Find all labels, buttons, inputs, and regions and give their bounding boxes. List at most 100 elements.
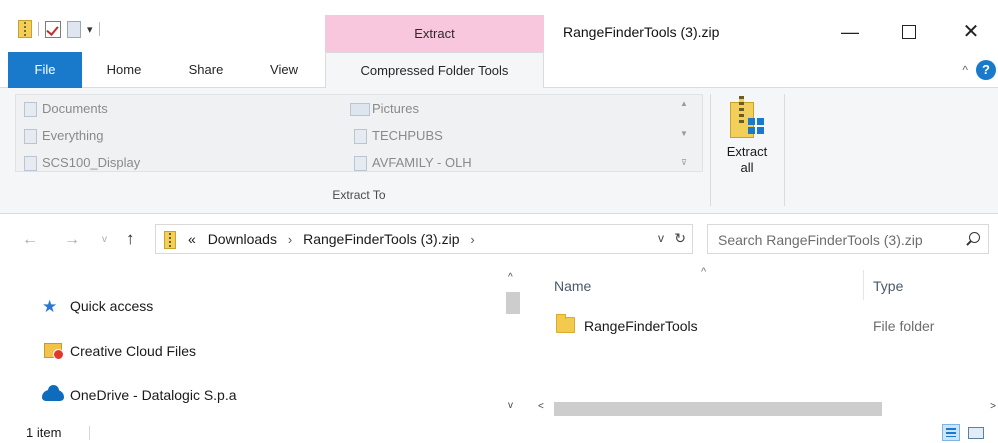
tab-view[interactable]: View: [246, 52, 322, 88]
gallery-item-scs100-display[interactable]: SCS100_Display: [16, 151, 140, 175]
gallery-item-label: TECHPUBS: [372, 128, 443, 143]
collapse-ribbon-chevron-icon[interactable]: ^: [962, 63, 968, 77]
details-view-icon[interactable]: [942, 424, 960, 441]
gallery-expand-icon[interactable]: ⊽: [681, 158, 687, 167]
ribbon-divider: [710, 94, 711, 206]
scroll-up-chevron-icon[interactable]: ^: [508, 272, 513, 283]
extract-grid-shape: [748, 118, 764, 134]
gallery-item-label: Pictures: [372, 101, 419, 116]
extract-to-gallery: Documents Pictures Everything TECHPUBS S…: [15, 94, 703, 172]
zip-folder-icon[interactable]: [18, 20, 32, 38]
nav-item-onedrive[interactable]: OneDrive - Datalogic S.p.a: [42, 383, 237, 407]
address-dropdown-chevron-icon[interactable]: v: [658, 231, 664, 245]
tab-file[interactable]: File: [8, 52, 82, 88]
ribbon-divider-end: [784, 94, 785, 206]
scroll-right-chevron-icon[interactable]: >: [990, 401, 996, 412]
folder-icon: [354, 156, 367, 171]
column-header-name[interactable]: Name: [554, 274, 591, 298]
gallery-item-avfamily-olh[interactable]: AVFAMILY - OLH: [346, 151, 472, 175]
breadcrumb-separator-icon[interactable]: ›: [288, 232, 292, 247]
maximize-icon: [902, 25, 916, 40]
search-box[interactable]: [707, 224, 989, 254]
gallery-item-pictures[interactable]: Pictures: [346, 97, 419, 121]
zipper-shape: [739, 96, 744, 126]
ribbon-panel: Documents Pictures Everything TECHPUBS S…: [0, 88, 998, 214]
star-icon: ★: [42, 297, 58, 316]
scroll-thumb[interactable]: [506, 292, 520, 314]
window-title: RangeFinderTools (3).zip: [563, 24, 720, 40]
status-bar: 1 item: [0, 422, 998, 443]
extract-context-tab-group: Extract: [325, 15, 544, 52]
document-icon: [24, 102, 37, 117]
customize-qat-chevron-icon[interactable]: ▾: [87, 23, 93, 36]
breadcrumb-zip[interactable]: RangeFinderTools (3).zip: [303, 231, 459, 247]
folder-icon: [556, 314, 575, 333]
zip-folder-icon: [164, 231, 176, 249]
address-bar[interactable]: « Downloads › RangeFinderTools (3).zip ›…: [155, 224, 693, 254]
extract-to-group-label: Extract To: [332, 188, 386, 202]
gallery-item-label: AVFAMILY - OLH: [372, 155, 472, 170]
pictures-icon: [350, 103, 370, 116]
close-button[interactable]: ✕: [948, 14, 994, 50]
item-count: 1 item: [26, 425, 62, 440]
gallery-item-everything[interactable]: Everything: [16, 124, 103, 148]
scroll-down-chevron-icon[interactable]: v: [508, 400, 513, 411]
large-icons-view-icon[interactable]: [966, 424, 984, 441]
minimize-button[interactable]: —: [827, 14, 873, 50]
breadcrumb-downloads[interactable]: Downloads: [208, 231, 277, 247]
ribbon-tabs: File Home Share View Compressed Folder T…: [0, 52, 998, 89]
maximize-button[interactable]: [886, 14, 932, 50]
new-folder-icon[interactable]: [67, 20, 81, 38]
nav-item-label: Creative Cloud Files: [70, 343, 197, 359]
navigation-pane-scrollbar[interactable]: ^ v: [504, 266, 522, 422]
cloud-icon: [42, 385, 64, 401]
breadcrumb: « Downloads › RangeFinderTools (3).zip ›: [188, 225, 482, 253]
column-divider[interactable]: [863, 270, 864, 300]
recent-locations-chevron-icon[interactable]: v: [102, 234, 107, 245]
tab-compressed-folder-tools[interactable]: Compressed Folder Tools: [325, 52, 544, 89]
gallery-item-documents[interactable]: Documents: [16, 97, 108, 121]
gallery-scroll-up-icon[interactable]: ▲: [680, 99, 688, 108]
extract-all-icon: [728, 96, 766, 140]
horizontal-scroll-thumb[interactable]: [554, 402, 882, 416]
extract-all-label-line1: Extract: [726, 144, 768, 159]
file-list-horizontal-scrollbar[interactable]: < >: [526, 396, 998, 420]
nav-item-creative-cloud-files[interactable]: Creative Cloud Files: [42, 339, 196, 363]
creative-cloud-folder-icon: [44, 343, 64, 360]
tab-home[interactable]: Home: [82, 52, 166, 88]
nav-item-label: Quick access: [70, 298, 154, 314]
back-arrow-icon[interactable]: ←: [22, 231, 38, 249]
properties-icon[interactable]: [45, 20, 61, 38]
folder-icon: [354, 129, 367, 144]
folder-icon: [24, 156, 37, 171]
scroll-left-chevron-icon[interactable]: <: [538, 401, 544, 412]
gallery-scroll: ▲ ▼ ⊽: [676, 99, 692, 167]
up-arrow-icon[interactable]: ↑: [126, 229, 135, 249]
breadcrumb-separator-icon[interactable]: ›: [470, 232, 474, 247]
forward-arrow-icon[interactable]: →: [64, 231, 80, 249]
extract-all-button[interactable]: Extract all: [715, 96, 779, 176]
gallery-item-label: SCS100_Display: [42, 155, 141, 170]
refresh-icon[interactable]: ↻: [674, 230, 686, 247]
file-type: File folder: [873, 318, 935, 334]
file-name: RangeFinderTools: [584, 318, 698, 334]
table-row[interactable]: RangeFinderTools File folder: [552, 314, 998, 338]
search-input[interactable]: [718, 230, 958, 250]
qat-separator-end: [98, 22, 100, 36]
gallery-item-label: Everything: [42, 128, 104, 143]
status-separator: [89, 426, 90, 440]
search-icon[interactable]: [966, 232, 980, 246]
gallery-item-techpubs[interactable]: TECHPUBS: [346, 124, 443, 148]
help-icon[interactable]: ?: [976, 60, 996, 80]
qat-separator: [38, 22, 39, 36]
gallery-scroll-down-icon[interactable]: ▼: [680, 129, 688, 138]
column-header-type[interactable]: Type: [873, 274, 903, 298]
breadcrumb-overflow[interactable]: «: [188, 231, 196, 247]
navigation-bar: ← → v ↑ « Downloads › RangeFinderTools (…: [0, 214, 998, 266]
nav-item-label: OneDrive - Datalogic S.p.a: [70, 387, 237, 403]
folder-icon: [24, 129, 37, 144]
tab-share[interactable]: Share: [166, 52, 246, 88]
extract-all-label-line2: all: [740, 160, 754, 175]
sort-ascending-icon: ^: [701, 266, 707, 278]
nav-item-quick-access[interactable]: ★ Quick access: [42, 294, 153, 318]
